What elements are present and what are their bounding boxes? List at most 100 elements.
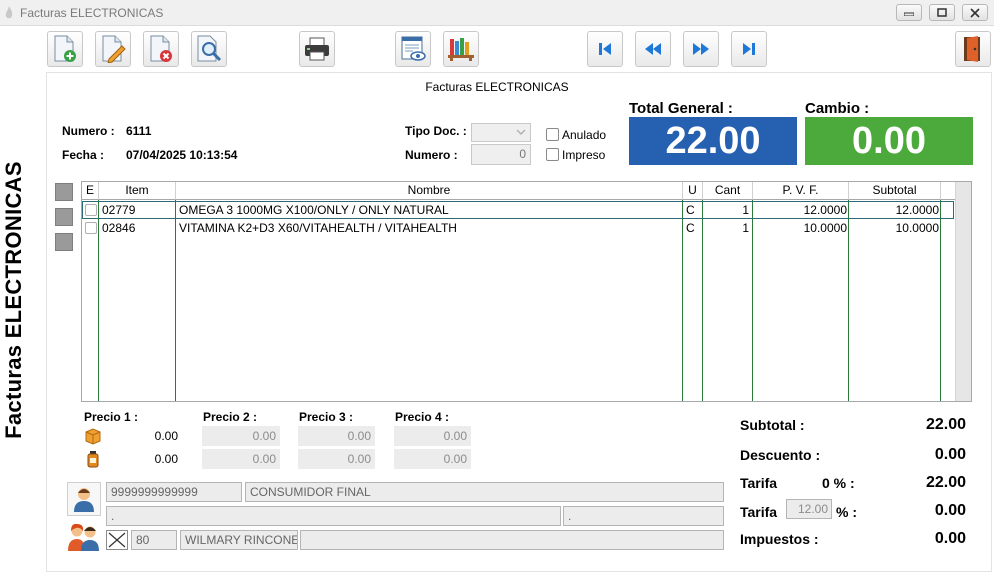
last-record-icon	[743, 43, 755, 55]
delete-document-button[interactable]	[143, 31, 179, 67]
preview-button[interactable]	[395, 31, 431, 67]
first-record-icon	[599, 43, 611, 55]
grid-side-button-1[interactable]	[55, 183, 73, 201]
cambio-value: 0.00	[805, 117, 973, 165]
total-general-label: Total General :	[629, 100, 733, 117]
sellers-people-icon	[68, 523, 99, 551]
cell-u: C	[686, 221, 695, 235]
items-grid[interactable]: E Item Nombre U Cant P. V. F. Subtotal 0…	[81, 181, 972, 402]
minimize-button[interactable]	[896, 4, 922, 21]
next-record-button[interactable]	[683, 31, 719, 67]
cell-pvf: 10.0000	[803, 221, 847, 235]
grid-side-button-3[interactable]	[55, 233, 73, 251]
tarifa-label: Tarifa	[740, 504, 778, 520]
box-package-icon	[85, 428, 101, 445]
edit-document-button[interactable]	[95, 31, 131, 67]
last-record-button[interactable]	[731, 31, 767, 67]
chevron-down-icon	[516, 129, 526, 135]
doc-numero-label: Numero :	[405, 148, 458, 162]
col-header-pvf[interactable]: P. V. F.	[753, 182, 849, 200]
customer-address-field[interactable]: .	[106, 506, 561, 526]
customer-phone-field[interactable]: .	[563, 506, 724, 526]
anulado-label: Anulado	[562, 128, 607, 142]
cambio-label: Cambio :	[805, 100, 870, 117]
impuestos-value: 0.00	[862, 527, 970, 551]
seller-name-field[interactable]: WILMARY RINCONE	[180, 530, 298, 550]
precio-2-unit[interactable]: 0.00	[202, 426, 280, 446]
cell-u: C	[686, 203, 695, 217]
tarifa-percent: % :	[836, 504, 857, 520]
precio-3-unit[interactable]: 0.00	[298, 426, 375, 446]
precio-4-fraction[interactable]: 0.00	[394, 449, 471, 469]
seller-extra-field[interactable]	[300, 530, 724, 550]
library-button[interactable]	[443, 31, 479, 67]
doc-numero-field[interactable]: 0	[471, 144, 531, 165]
search-doc-icon	[197, 35, 222, 62]
customer-id-field[interactable]: 9999999999999	[106, 482, 242, 502]
next-record-icon	[693, 43, 709, 55]
impreso-label: Impreso	[562, 148, 606, 162]
precio-4-label: Precio 4 :	[395, 410, 450, 424]
customer-name-field[interactable]: CONSUMIDOR FINAL	[245, 482, 724, 502]
fecha-value: 07/04/2025 10:13:54	[122, 145, 246, 165]
customer-button[interactable]	[67, 482, 101, 516]
col-header-cant[interactable]: Cant	[703, 182, 753, 200]
tipo-doc-select[interactable]	[471, 123, 531, 142]
library-icon	[448, 38, 474, 61]
precio-4-unit[interactable]: 0.00	[394, 426, 471, 446]
table-row[interactable]: 02846 VITAMINA K2+D3 X60/VITAHEALTH / VI…	[82, 219, 954, 237]
exit-button[interactable]	[955, 31, 991, 67]
precio-1-fraction[interactable]: 0.00	[104, 449, 182, 469]
cross-mark-icon	[108, 532, 126, 548]
numero-value: 6111	[122, 121, 196, 141]
restore-icon	[937, 8, 947, 17]
col-header-u[interactable]: U	[683, 182, 703, 200]
precio-2-fraction[interactable]: 0.00	[202, 449, 280, 469]
print-button[interactable]	[299, 31, 335, 67]
cell-nombre: VITAMINA K2+D3 X60/VITAHEALTH / VITAHEAL…	[179, 221, 457, 235]
app-flame-icon	[5, 6, 13, 19]
seller-toggle-checkbox[interactable]	[106, 530, 128, 550]
title-bar: Facturas ELECTRONICAS	[0, 0, 994, 26]
close-icon	[970, 7, 980, 18]
precio-3-fraction[interactable]: 0.00	[298, 449, 375, 469]
first-record-button[interactable]	[587, 31, 623, 67]
subtotal-label: Subtotal :	[740, 417, 805, 433]
precio-2-label: Precio 2 :	[203, 410, 258, 424]
seller-code-field[interactable]: 80	[131, 530, 177, 550]
cell-item: 02846	[102, 221, 136, 235]
minimize-icon	[904, 12, 914, 16]
precio-1-unit[interactable]: 0.00	[104, 426, 182, 446]
cell-pvf: 12.0000	[803, 203, 847, 217]
panel-title: Facturas ELECTRONICAS	[425, 80, 569, 94]
tarifa-rate-field[interactable]: 12.00	[786, 499, 832, 519]
impreso-checkbox[interactable]	[546, 148, 559, 161]
grid-side-button-2[interactable]	[55, 208, 73, 226]
restore-button[interactable]	[929, 4, 955, 21]
preview-icon	[401, 36, 426, 61]
subtotal-value: 22.00	[862, 413, 970, 437]
seller-button[interactable]	[67, 520, 101, 552]
descuento-label: Descuento :	[740, 447, 821, 463]
edit-doc-icon	[102, 35, 126, 63]
col-header-subtotal[interactable]: Subtotal	[849, 182, 941, 200]
col-header-e[interactable]: E	[82, 182, 99, 200]
table-row[interactable]: 02779 OMEGA 3 1000MG X100/ONLY / ONLY NA…	[82, 201, 954, 219]
search-document-button[interactable]	[191, 31, 227, 67]
previous-record-icon	[645, 43, 661, 55]
precio-1-label: Precio 1 :	[84, 410, 139, 424]
cell-nombre: OMEGA 3 1000MG X100/ONLY / ONLY NATURAL	[179, 203, 449, 217]
close-button[interactable]	[962, 4, 988, 21]
col-header-item[interactable]: Item	[99, 182, 176, 200]
new-document-button[interactable]	[47, 31, 83, 67]
grid-vertical-scrollbar[interactable]	[955, 182, 971, 401]
cell-item: 02779	[102, 203, 136, 217]
fecha-label: Fecha :	[62, 148, 105, 162]
anulado-checkbox[interactable]	[546, 128, 559, 141]
col-header-nombre[interactable]: Nombre	[176, 182, 683, 200]
col-header-filler	[941, 182, 955, 200]
row-e-checkbox[interactable]	[85, 222, 97, 234]
previous-record-button[interactable]	[635, 31, 671, 67]
exit-door-icon	[964, 36, 980, 62]
row-e-checkbox[interactable]	[85, 204, 97, 216]
